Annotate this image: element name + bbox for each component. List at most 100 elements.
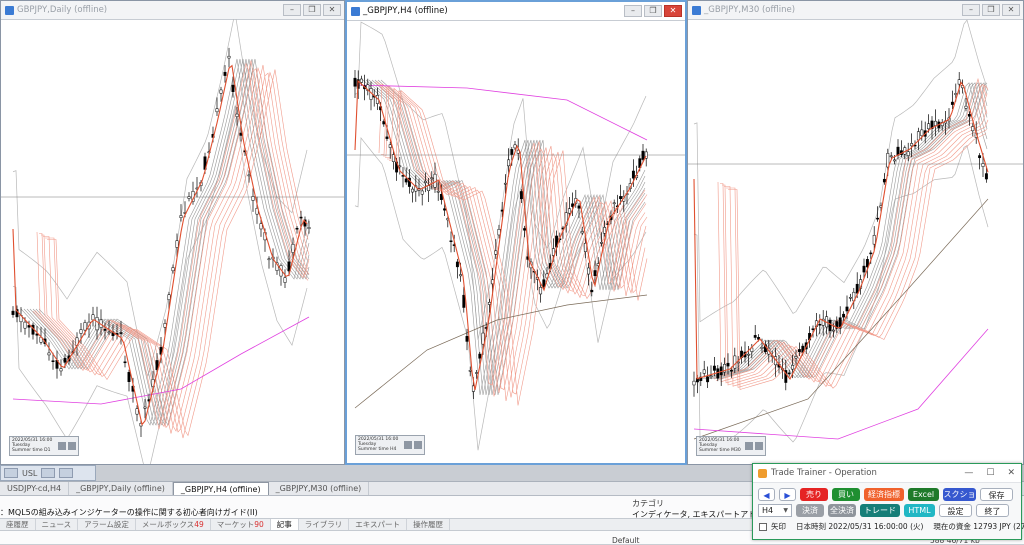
status-row: 矢印 日本時刻 2022/05/31 16:00:00 (火) 現在の資金 12… xyxy=(759,521,1024,532)
timeframe-value: H4 xyxy=(762,506,774,515)
chevron-down-icon: ▼ xyxy=(783,507,788,514)
minimize-icon[interactable]: — xyxy=(964,468,973,478)
restore-button[interactable]: ❐ xyxy=(644,5,662,17)
arrow-checkbox[interactable] xyxy=(759,522,767,531)
info-tf: D1 xyxy=(44,448,51,453)
candle-body xyxy=(797,349,801,353)
restore-button[interactable]: ❐ xyxy=(982,4,1000,16)
candle-body xyxy=(542,279,546,287)
candle-body xyxy=(63,357,67,363)
candle-body xyxy=(583,242,587,252)
excel-button[interactable]: Excel xyxy=(908,488,939,501)
chart-window-daily[interactable]: GBPJPY,Daily (offline) – ❐ ✕ 2022/05/31 … xyxy=(0,0,345,465)
nav-back-button[interactable] xyxy=(404,441,412,449)
window-titlebar[interactable]: GBPJPY,Daily (offline) – ❐ ✕ xyxy=(1,1,344,20)
candle-body xyxy=(459,274,463,277)
tab-news[interactable]: ニュース xyxy=(36,519,79,530)
candle-body xyxy=(143,406,147,409)
candle-body xyxy=(427,185,431,191)
close-button[interactable]: ✕ xyxy=(664,5,682,17)
restore-icon[interactable] xyxy=(41,468,56,478)
candle-body xyxy=(462,294,466,308)
tab-library[interactable]: ライブラリ xyxy=(299,519,350,530)
chart-window-m30[interactable]: _GBPJPY,M30 (offline) – ❐ ✕ 2022/05/31 1… xyxy=(687,0,1024,465)
minimize-button[interactable]: – xyxy=(283,4,301,16)
candle-body xyxy=(449,240,453,243)
candle-body xyxy=(964,105,968,109)
close-button[interactable]: ✕ xyxy=(1002,4,1020,16)
economic-indicators-button[interactable]: 経済指標 xyxy=(864,488,904,501)
restore-button[interactable]: ❐ xyxy=(303,4,321,16)
candle-body xyxy=(135,408,139,415)
candle-body xyxy=(219,89,223,94)
save-button[interactable]: 保存 xyxy=(980,488,1013,501)
exit-button[interactable]: 終了 xyxy=(976,504,1009,517)
nav-forward-button[interactable] xyxy=(755,442,763,450)
screenshot-button[interactable]: スクショ xyxy=(943,488,976,501)
candle-body xyxy=(468,370,472,372)
minimize-button[interactable]: – xyxy=(962,4,980,16)
candle-body xyxy=(455,261,459,268)
tab-mailbox[interactable]: メールボックス49 xyxy=(136,519,211,530)
candle-body xyxy=(927,123,931,130)
candle-body xyxy=(811,328,815,330)
prev-bar-button[interactable]: ◀ xyxy=(758,488,775,501)
candle-body xyxy=(295,227,299,230)
close-icon[interactable]: ✕ xyxy=(1007,468,1015,478)
tab-journal[interactable]: 操作履歴 xyxy=(407,519,451,530)
timeframe-select[interactable]: H4 ▼ xyxy=(758,504,792,517)
candle-body xyxy=(307,227,311,229)
buy-button[interactable]: 買い xyxy=(832,488,860,501)
trade-button[interactable]: トレード xyxy=(860,504,900,517)
chart-window-h4[interactable]: _GBPJPY,H4 (offline) – ❐ ✕ 2022/05/31 16… xyxy=(345,0,687,465)
chart-canvas[interactable] xyxy=(688,19,1023,464)
nav-forward-button[interactable] xyxy=(414,441,422,449)
tab-articles[interactable]: 記事 xyxy=(270,519,299,530)
chart-tab[interactable]: USDJPY-cd,H4 xyxy=(0,482,70,495)
tab-history[interactable]: 座履歴 xyxy=(0,519,36,530)
chart-canvas[interactable] xyxy=(1,19,344,464)
candle-body xyxy=(127,372,131,382)
minimized-window[interactable]: USL xyxy=(0,465,96,481)
chart-canvas[interactable] xyxy=(347,20,685,463)
candle-body xyxy=(862,265,866,273)
market-badge: 90 xyxy=(254,520,264,529)
info-tz: Summer time xyxy=(699,448,730,453)
nav-back-button[interactable] xyxy=(745,442,753,450)
nav-forward-button[interactable] xyxy=(68,442,76,450)
candle-body xyxy=(967,114,971,117)
candle-body xyxy=(794,356,798,359)
candle-body xyxy=(47,352,51,356)
settle-button[interactable]: 決済 xyxy=(796,504,824,517)
candle-body xyxy=(171,267,175,272)
tab-experts[interactable]: エキスパート xyxy=(349,519,408,530)
close-button[interactable]: ✕ xyxy=(323,4,341,16)
settings-button[interactable]: 設定 xyxy=(939,504,972,517)
chart-tab[interactable]: _GBPJPY,H4 (offline) xyxy=(172,482,269,495)
ma-ribbon-red xyxy=(32,62,310,430)
maximize-icon[interactable]: ☐ xyxy=(986,468,994,478)
tab-alerts[interactable]: アラーム設定 xyxy=(78,519,136,530)
window-titlebar[interactable]: _GBPJPY,M30 (offline) – ❐ ✕ xyxy=(688,1,1023,20)
settle-all-button[interactable]: 全決済 xyxy=(828,504,856,517)
window-titlebar[interactable]: _GBPJPY,H4 (offline) – ❐ ✕ xyxy=(347,2,685,21)
article-row[interactable]: ：MQL5の組み込みインジケーターの操作に関する初心者向けガイド(II) xyxy=(0,507,258,518)
candle-body xyxy=(539,287,543,295)
minimize-button[interactable]: – xyxy=(624,5,642,17)
candle-body xyxy=(382,121,386,125)
candle-body xyxy=(215,108,219,113)
maximize-icon[interactable] xyxy=(59,468,74,478)
chart-tab[interactable]: _GBPJPY,Daily (offline) xyxy=(69,482,173,495)
candle-body xyxy=(893,159,897,162)
sell-button[interactable]: 売り xyxy=(800,488,828,501)
candle-body xyxy=(920,129,924,137)
next-bar-button[interactable]: ▶ xyxy=(779,488,796,501)
chart-icon xyxy=(5,5,14,15)
tab-market[interactable]: マーケット90 xyxy=(211,519,271,530)
html-button[interactable]: HTML xyxy=(904,504,935,517)
candle-body xyxy=(523,228,527,231)
candle-body xyxy=(223,71,227,76)
chart-tab[interactable]: _GBPJPY,M30 (offline) xyxy=(269,482,370,495)
dialog-titlebar[interactable]: Trade Trainer - Operation — ☐ ✕ xyxy=(753,464,1021,483)
nav-back-button[interactable] xyxy=(58,442,66,450)
